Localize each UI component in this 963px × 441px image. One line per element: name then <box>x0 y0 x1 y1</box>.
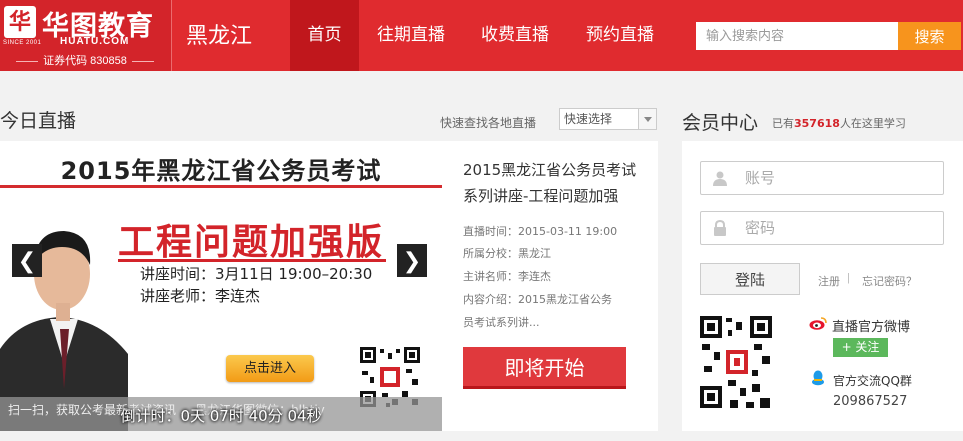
course-title[interactable]: 2015黑龙江省公务员考试系列讲座-工程问题加强 <box>463 157 643 209</box>
wechat-qr-code <box>700 312 772 412</box>
lock-icon <box>714 220 726 236</box>
live-card: 2015年黑龙江省公务员考试 工程问题加强版 讲座时间：3月11日 19:00–… <box>0 141 658 431</box>
region-name[interactable]: 黑龙江 <box>186 18 252 50</box>
password-input[interactable] <box>745 218 925 238</box>
course-speaker: 主讲名师：李连杰 <box>463 270 551 283</box>
live-banner[interactable]: 2015年黑龙江省公务员考试 工程问题加强版 讲座时间：3月11日 19:00–… <box>0 141 442 431</box>
qq-icon <box>812 370 824 386</box>
chevron-down-icon <box>638 109 656 129</box>
account-field[interactable] <box>700 161 944 195</box>
login-button[interactable]: 登陆 <box>700 263 800 295</box>
nav-home[interactable]: 首页 <box>290 0 359 71</box>
link-separator: | <box>847 272 850 284</box>
countdown-timer: 倒计时：0天 07时 40分 04秒 <box>120 407 322 425</box>
register-link[interactable]: 注册 <box>818 273 840 289</box>
stock-code: 证券代码 830858 <box>0 52 170 68</box>
weibo-label[interactable]: 直播官方微博 <box>832 316 910 335</box>
member-count-text: 已有357618人在这里学习 <box>772 115 906 131</box>
lecture-time: 讲座时间：3月11日 19:00–20:30 <box>140 265 373 283</box>
quick-select-value: 快速选择 <box>564 112 613 126</box>
nav-paid-live[interactable]: 收费直播 <box>474 0 556 71</box>
today-live-title: 今日直播 <box>0 110 77 132</box>
course-branch: 所属分校：黑龙江 <box>463 247 551 260</box>
logo-url: HUATU.COM <box>60 36 130 47</box>
banner-title: 2015年黑龙江省公务员考试 <box>60 157 382 185</box>
headline-underline <box>118 259 386 262</box>
course-intro-line2: 员考试系列讲... <box>463 316 540 329</box>
user-icon <box>713 171 727 186</box>
region-quick-select[interactable]: 快速选择 <box>559 108 657 130</box>
qq-group-label: 官方交流QQ群 <box>833 374 912 388</box>
search-button[interactable]: 搜索 <box>898 22 961 50</box>
follow-button[interactable]: + 关注 <box>833 338 888 357</box>
weibo-icon <box>809 317 827 330</box>
teacher-photo <box>0 189 130 431</box>
nav-booked-live[interactable]: 预约直播 <box>580 0 660 71</box>
enter-button[interactable]: 点击进入 <box>226 355 314 382</box>
member-card: 登陆 注册 | 忘记密码？ 直播官方微博 + 关注 官方交流QQ群 209867… <box>682 141 963 431</box>
member-count-prefix: 已有 <box>772 117 794 130</box>
logo[interactable]: 华 SINCE 2001 华图教育 HUATU.COM 证券代码 830858 <box>0 0 172 71</box>
logo-mark-icon: 华 <box>4 6 36 38</box>
member-center-title: 会员中心 <box>682 112 759 134</box>
quick-find-label: 快速查找各地直播 <box>440 116 537 130</box>
search-input[interactable] <box>696 22 898 50</box>
account-input[interactable] <box>745 168 925 188</box>
site-header: 华 SINCE 2001 华图教育 HUATU.COM 证券代码 830858 … <box>0 0 963 71</box>
member-count: 357618 <box>794 117 840 130</box>
qq-group-number: 209867527 <box>833 394 908 409</box>
logo-since: SINCE 2001 <box>3 40 42 46</box>
course-intro-line1: 内容介绍：2015黑龙江省公务 <box>463 293 612 306</box>
nav-past-live[interactable]: 往期直播 <box>371 0 451 71</box>
member-count-suffix: 人在这里学习 <box>839 117 906 130</box>
lecture-teacher: 讲座老师：李连杰 <box>140 287 261 305</box>
banner-divider <box>0 185 442 188</box>
course-live-time: 直播时间：2015-03-11 19:00 <box>463 225 618 238</box>
prev-arrow-icon[interactable]: ❮ <box>12 244 42 277</box>
start-soon-button[interactable]: 即将开始 <box>463 347 626 389</box>
banner-headline: 工程问题加强版 <box>118 222 385 263</box>
next-arrow-icon[interactable]: ❯ <box>397 244 427 277</box>
password-field[interactable] <box>700 211 944 245</box>
forgot-password-link[interactable]: 忘记密码？ <box>862 273 917 289</box>
